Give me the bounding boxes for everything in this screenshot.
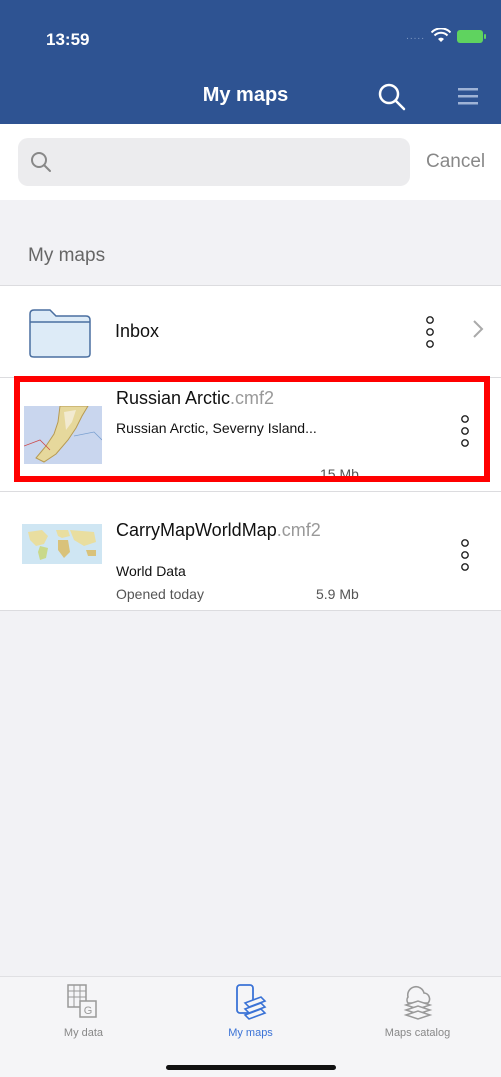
maps-catalog-icon (403, 985, 433, 1020)
chevron-right-icon (473, 320, 484, 338)
more-options-icon[interactable] (460, 414, 470, 448)
list-item-russian-arctic[interactable]: Russian Arctic.cmf2 Russian Arctic, Seve… (0, 377, 501, 491)
wifi-icon (431, 28, 451, 42)
map-description: Russian Arctic, Severny Island... (116, 420, 317, 436)
battery-icon (457, 29, 486, 43)
search-input[interactable] (62, 138, 402, 186)
status-time: 13:59 (46, 30, 90, 49)
map-name: CarryMapWorldMap (116, 520, 277, 540)
maps-list: Inbox Russian Arctic.cmf2 Russian Arctic… (0, 285, 501, 611)
map-opened-date: Opened today (116, 586, 204, 602)
search-field[interactable] (18, 138, 410, 186)
tab-label: Maps catalog (384, 1027, 451, 1039)
signal-indicator: ..... (406, 30, 425, 42)
russian-arctic-map-thumbnail (24, 406, 102, 464)
cancel-button[interactable]: Cancel (426, 151, 485, 173)
tab-maps-catalog[interactable]: Maps catalog (334, 977, 501, 1057)
tab-bar: G My data My maps Maps catalog (0, 976, 501, 1077)
my-data-icon: G (67, 984, 97, 1018)
map-description: World Data (116, 563, 186, 579)
more-options-icon[interactable] (425, 315, 435, 349)
map-extension: .cmf2 (230, 388, 275, 408)
map-size: 15 Mb (320, 466, 359, 482)
status-indicators: ..... (406, 28, 486, 44)
world-map-thumbnail (22, 524, 102, 564)
map-name: Russian Arctic (116, 388, 231, 408)
search-bar: Cancel (0, 124, 501, 200)
page-title: My maps (202, 84, 289, 106)
tab-label: My data (63, 1027, 104, 1039)
map-extension: .cmf2 (276, 520, 321, 540)
search-icon[interactable] (377, 82, 407, 112)
tab-my-maps[interactable]: My maps (167, 977, 334, 1057)
search-field-icon (31, 152, 51, 172)
section-header: My maps (28, 245, 106, 266)
home-indicator (166, 1065, 336, 1070)
inbox-label: Inbox (115, 321, 160, 341)
list-item-inbox[interactable]: Inbox (0, 285, 501, 377)
app-header: 13:59 ..... My maps (0, 0, 501, 124)
more-options-icon[interactable] (460, 538, 470, 572)
map-title: Russian Arctic.cmf2 (116, 388, 274, 409)
list-item-carrymap-world-map[interactable]: CarryMapWorldMap.cmf2 World Data Opened … (0, 491, 501, 611)
tab-my-data[interactable]: G My data (0, 977, 167, 1057)
map-size: 5.9 Mb (316, 586, 359, 602)
tab-label: My maps (228, 1027, 273, 1039)
map-title: CarryMapWorldMap.cmf2 (116, 520, 321, 541)
folder-icon (29, 309, 91, 358)
svg-text:G: G (84, 1005, 93, 1017)
hamburger-menu-icon[interactable] (456, 84, 480, 108)
my-maps-icon (236, 984, 267, 1020)
